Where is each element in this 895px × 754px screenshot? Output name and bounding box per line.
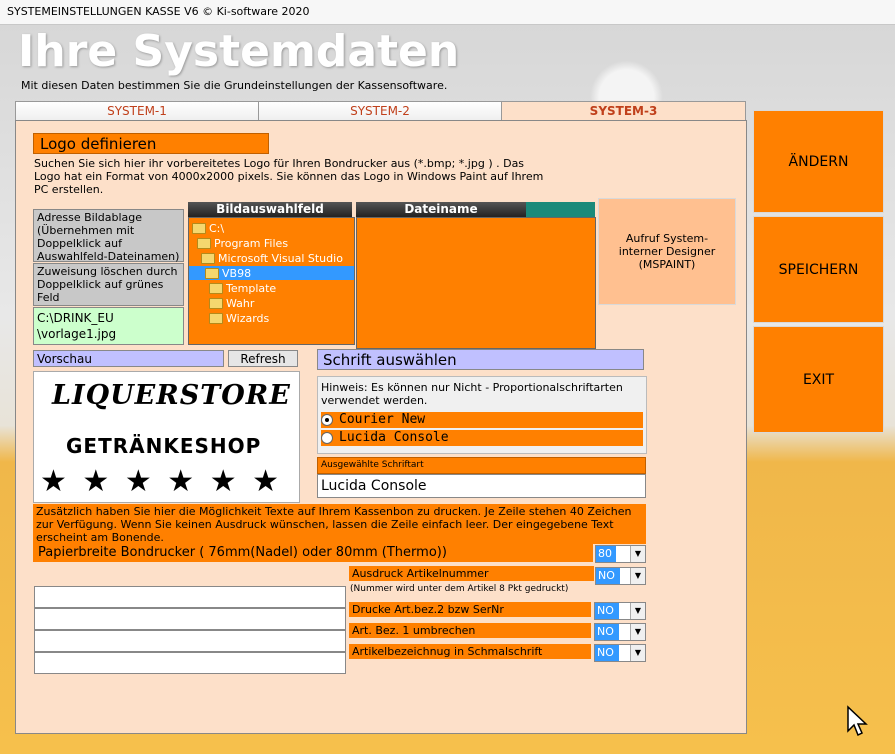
- picker-header: Bildauswahlfeld: [188, 202, 352, 217]
- designer-button[interactable]: Aufruf System-interner Designer (MSPAINT…: [598, 198, 736, 305]
- chevron-down-icon: ▼: [630, 645, 645, 661]
- preview-logo-title: LIQUERSTORE: [52, 380, 291, 411]
- article-number-label: Ausdruck Artikelnummer: [349, 566, 594, 581]
- tree-item-vb98[interactable]: VB98: [189, 266, 354, 280]
- tab-system-2[interactable]: SYSTEM-2: [258, 101, 502, 121]
- font-heading: Schrift auswählen: [317, 349, 644, 370]
- tab-system-3[interactable]: SYSTEM-3: [501, 101, 746, 121]
- page-subtitle: Mit diesen Daten bestimmen Sie die Grund…: [21, 79, 448, 92]
- system-3-panel: Logo definieren Suchen Sie sich hier ihr…: [15, 120, 747, 734]
- folder-icon: [209, 298, 223, 309]
- narrow-font-label: Artikelbezeichnug in Schmalschrift: [349, 644, 591, 659]
- preview-label: Vorschau: [33, 350, 224, 367]
- tab-system-1[interactable]: SYSTEM-1: [15, 101, 259, 121]
- font-hint: Hinweis: Es können nur Nicht - Proportio…: [321, 381, 623, 407]
- tree-item-template[interactable]: Template: [209, 282, 276, 295]
- tab-bar: SYSTEM-1 SYSTEM-2 SYSTEM-3: [15, 101, 746, 121]
- filename-header-accent: [526, 202, 595, 217]
- folder-icon: [197, 238, 211, 249]
- wrap-label: Art. Bez. 1 umbrechen: [349, 623, 591, 638]
- tree-item-visual-studio[interactable]: Microsoft Visual Studio: [201, 252, 343, 265]
- logo-description: Suchen Sie sich hier ihr vorbereitetes L…: [34, 157, 544, 196]
- tree-item-wahr[interactable]: Wahr: [209, 297, 254, 310]
- refresh-button[interactable]: Refresh: [228, 350, 298, 367]
- chevron-down-icon: ▼: [630, 568, 645, 584]
- tree-item-c[interactable]: C:\: [192, 222, 224, 235]
- logo-path-line2: \vorlage1.jpg: [37, 327, 117, 341]
- wrap-select[interactable]: NO ▼: [594, 623, 646, 641]
- logo-preview: LIQUERSTORE GETRÄNKESHOP ★ ★ ★ ★ ★ ★: [33, 371, 300, 503]
- window-titlebar: SYSTEMEINSTELLUNGEN KASSE V6 © Ki-softwa…: [0, 0, 895, 25]
- chevron-down-icon: ▼: [630, 603, 645, 619]
- save-button[interactable]: SPEICHERN: [753, 216, 884, 323]
- preview-stars: ★ ★ ★ ★ ★ ★: [40, 464, 283, 499]
- receipt-line-1[interactable]: [34, 586, 346, 608]
- logo-path-field[interactable]: C:\DRINK_EU \vorlage1.jpg: [33, 307, 184, 345]
- preview-logo-subtitle: GETRÄNKESHOP: [66, 434, 262, 458]
- tree-item-program-files[interactable]: Program Files: [197, 237, 288, 250]
- address-label: Adresse Bildablage (Übernehmen mit Doppe…: [33, 209, 184, 263]
- radio-icon: [321, 431, 333, 444]
- folder-icon: [201, 253, 215, 264]
- font-option-lucida[interactable]: Lucida Console: [321, 430, 643, 446]
- serial-label: Drucke Art.bez.2 bzw SerNr: [349, 602, 591, 617]
- receipt-line-2[interactable]: [34, 608, 346, 630]
- filename-header: Dateiname: [356, 202, 526, 217]
- serial-select[interactable]: NO ▼: [594, 602, 646, 620]
- selected-font-value: Lucida Console: [317, 474, 646, 498]
- selected-font-label: Ausgewählte Schriftart: [317, 457, 646, 474]
- folder-tree[interactable]: C:\ Program Files Microsoft Visual Studi…: [188, 217, 355, 345]
- article-number-select[interactable]: NO ▼: [595, 567, 646, 585]
- chevron-down-icon: ▼: [630, 624, 645, 640]
- radio-selected-icon: [321, 413, 333, 426]
- font-option-courier[interactable]: Courier New: [321, 412, 643, 428]
- chevron-down-icon: ▼: [630, 546, 645, 562]
- folder-icon: [209, 283, 223, 294]
- folder-icon: [205, 267, 219, 279]
- clear-assignment-label: Zuweisung löschen durch Doppelklick auf …: [33, 263, 184, 306]
- tree-item-wizards[interactable]: Wizards: [209, 312, 269, 325]
- paper-width-select[interactable]: 80 ▼: [595, 545, 646, 563]
- logo-path-line1: C:\DRINK_EU: [37, 311, 114, 325]
- receipt-info: Zusätzlich haben Sie hier die Möglichkei…: [33, 504, 646, 544]
- filename-list[interactable]: [356, 217, 596, 349]
- logo-heading: Logo definieren: [33, 133, 269, 154]
- window-title: SYSTEMEINSTELLUNGEN KASSE V6 © Ki-softwa…: [7, 5, 310, 18]
- receipt-line-4[interactable]: [34, 652, 346, 674]
- folder-icon: [192, 223, 206, 234]
- narrow-font-select[interactable]: NO ▼: [594, 644, 646, 662]
- receipt-line-3[interactable]: [34, 630, 346, 652]
- article-number-note: (Nummer wird unter dem Artikel 8 Pkt ged…: [350, 584, 569, 594]
- paper-width-label: Papierbreite Bondrucker ( 76mm(Nadel) od…: [33, 544, 593, 562]
- change-button[interactable]: ÄNDERN: [753, 110, 884, 213]
- font-group: Hinweis: Es können nur Nicht - Proportio…: [317, 376, 647, 454]
- mouse-cursor-icon: [847, 705, 868, 737]
- page-title: Ihre Systemdaten: [18, 26, 460, 77]
- exit-button[interactable]: EXIT: [753, 326, 884, 433]
- folder-icon: [209, 313, 223, 324]
